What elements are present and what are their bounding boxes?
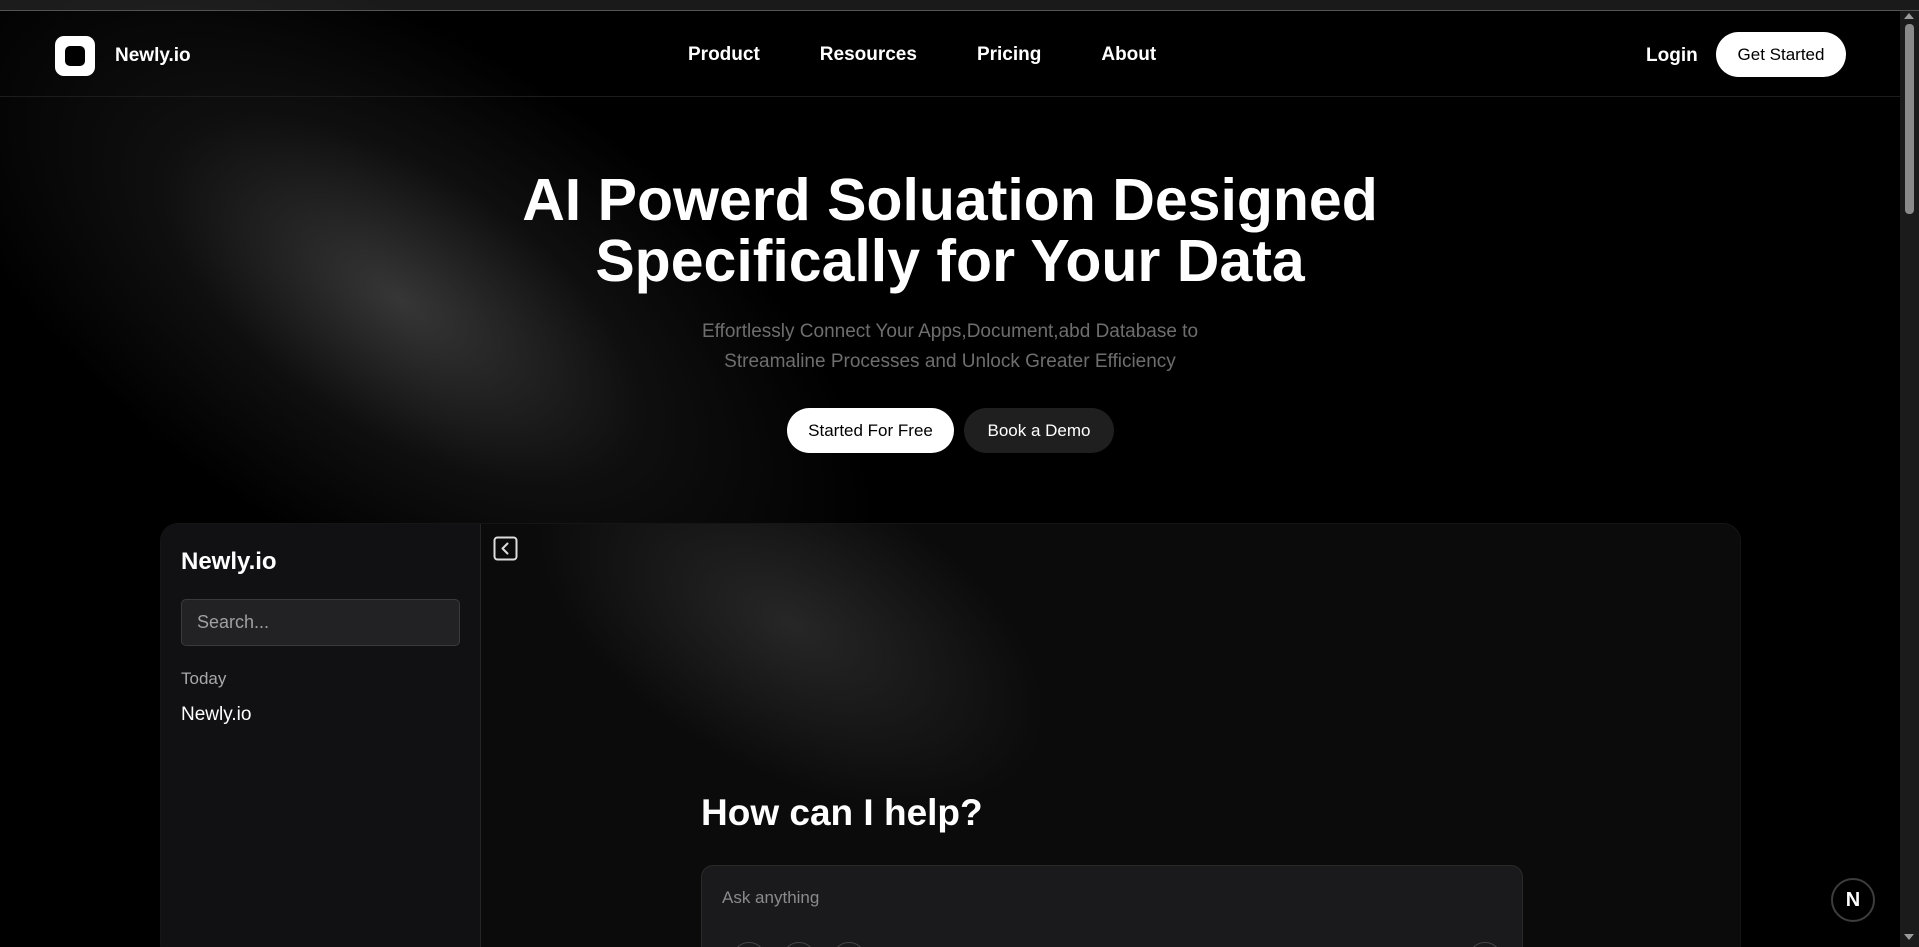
attach-icon[interactable]: [732, 942, 766, 947]
send-icon[interactable]: [1468, 942, 1502, 947]
hero-subtitle-line-2: Streamaline Processes and Unlock Greater…: [724, 351, 1176, 372]
browser-top-edge: [0, 0, 1919, 11]
tool-icon[interactable]: [782, 942, 816, 947]
n-badge-icon[interactable]: N: [1831, 878, 1875, 922]
sidebar-brand: Newly.io: [181, 548, 277, 575]
section-label-today: Today: [181, 669, 227, 688]
login-link[interactable]: Login: [1646, 45, 1698, 67]
nav-menu: Product Resources Pricing About: [688, 44, 1216, 66]
help-heading: How can I help?: [701, 792, 983, 833]
nav-link-about[interactable]: About: [1101, 44, 1156, 66]
get-started-button[interactable]: Get Started: [1716, 32, 1846, 77]
hero-title: AI Powerd Soluation Designed Specificall…: [0, 170, 1900, 292]
navbar: Newly.io Product Resources Pricing About…: [0, 11, 1900, 97]
started-for-free-button[interactable]: Started For Free: [787, 408, 954, 453]
scroll-down-arrow-icon[interactable]: [1904, 934, 1914, 940]
hero-subtitle-line-1: Effortlessly Connect Your Apps,Document,…: [701, 321, 1199, 342]
option-icon[interactable]: [832, 942, 866, 947]
scroll-up-arrow-icon[interactable]: [1904, 13, 1914, 19]
hero-subtitle: Effortlessly Connect Your Apps,Document,…: [0, 317, 1900, 377]
ask-input[interactable]: [722, 888, 1482, 908]
hero-title-line-2: Specifically for Your Data: [595, 228, 1305, 294]
app-preview-panel: Newly.io Today Newly.io How can I help?: [160, 523, 1741, 947]
nav-link-product[interactable]: Product: [688, 44, 760, 66]
collapse-sidebar-icon[interactable]: [493, 536, 518, 561]
brand-name[interactable]: Newly.io: [115, 45, 191, 67]
chat-history-item[interactable]: Newly.io: [181, 704, 251, 726]
scrollbar-thumb[interactable]: [1905, 24, 1914, 214]
hero-title-line-1: AI Powerd Soluation Designed: [522, 167, 1378, 233]
book-demo-button[interactable]: Book a Demo: [964, 408, 1114, 453]
logo-icon[interactable]: [55, 36, 95, 76]
nav-link-pricing[interactable]: Pricing: [977, 44, 1041, 66]
ask-box: [701, 865, 1523, 947]
app-sidebar: Newly.io Today Newly.io: [161, 524, 481, 947]
search-input[interactable]: [181, 599, 460, 646]
panel-glow: [451, 524, 1131, 907]
nav-link-resources[interactable]: Resources: [820, 44, 917, 66]
